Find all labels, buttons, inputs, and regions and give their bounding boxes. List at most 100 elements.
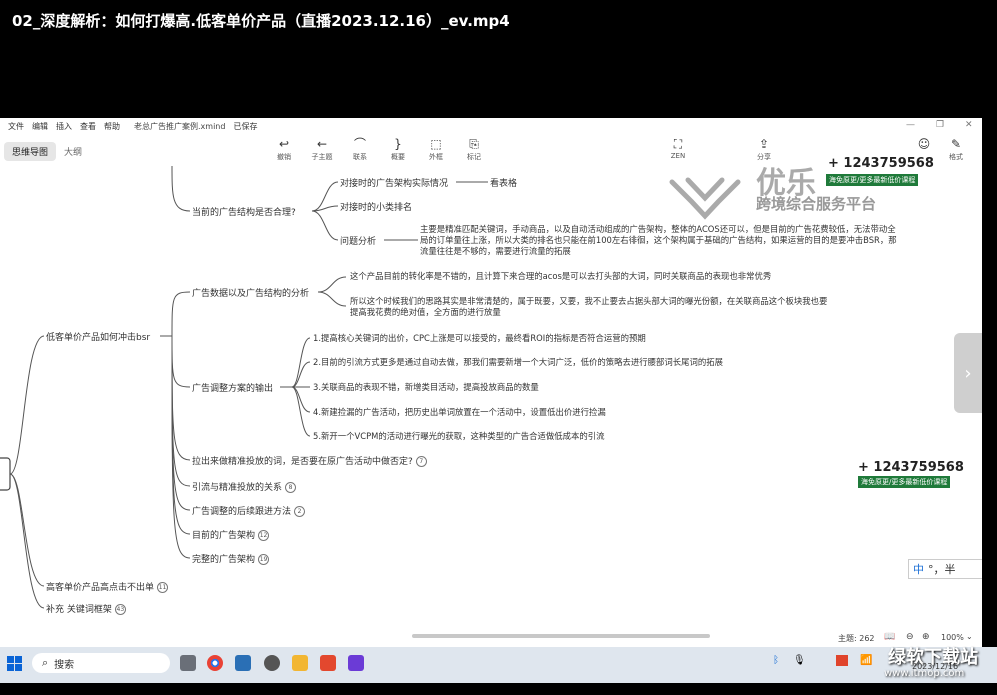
undo-icon: ↩ <box>278 137 290 151</box>
media-app-icon[interactable] <box>348 655 364 671</box>
format-icon: ✎ <box>950 137 962 151</box>
topic-keyword-framework[interactable]: 补充 关键词框架 43 <box>46 602 126 615</box>
tray-app-icon[interactable] <box>836 655 848 666</box>
topic-analysis-text[interactable]: 主要是精准匹配关键词，手动商品，以及自动活动组成的广告架构，整体的ACOS还可以… <box>420 224 902 257</box>
tab-outline[interactable]: 大纲 <box>56 142 90 161</box>
collapsed-count-badge[interactable]: 11 <box>157 582 169 593</box>
monitor-icon[interactable] <box>235 655 251 671</box>
topic-low-price-bsr[interactable]: 低客单价产品如何冲击bsr <box>46 330 150 343</box>
topic-plan-item-1[interactable]: 1.提高核心关键词的出价，CPC上涨是可以接受的，最终看ROI的指标是否符合运营… <box>313 332 646 344</box>
windows-start-icon[interactable] <box>7 656 22 671</box>
subtopic-label: 子主题 <box>311 153 333 161</box>
horizontal-scrollbar[interactable] <box>412 634 710 638</box>
menu-insert[interactable]: 插入 <box>56 121 72 132</box>
topic-strategy-text[interactable]: 所以这个时候我们的思路其实是非常清楚的，属于既要，又要，我不止要去占据头部大词的… <box>350 296 834 318</box>
collapsed-count-badge[interactable]: 2 <box>294 506 306 517</box>
relationship-button[interactable]: ⌒ 联系 <box>340 136 380 162</box>
topic-follow-up-method[interactable]: 广告调整的后续跟进方法 2 <box>192 504 306 517</box>
menu-view[interactable]: 查看 <box>80 121 96 132</box>
collapsed-count-badge[interactable]: 12 <box>258 530 270 541</box>
zen-button[interactable]: ⛶ ZEN <box>658 136 698 160</box>
menu-file[interactable]: 文件 <box>8 121 24 132</box>
lion-logo-icon <box>669 177 741 220</box>
topic-keyword-label: 补充 关键词框架 <box>46 605 112 615</box>
topic-see-table[interactable]: 看表格 <box>490 176 517 189</box>
topic-negate-keywords[interactable]: 拉出来做精准投放的词，是否要在原广告活动中做否定? 7 <box>192 454 427 467</box>
topic-ad-structure-reasonable[interactable]: 当前的广告结构是否合理? <box>192 205 296 218</box>
ime-mode: 中 <box>913 563 924 576</box>
zoom-in-icon[interactable]: ⊕ <box>922 632 930 642</box>
topic-problem-analysis[interactable]: 问题分析 <box>340 234 376 247</box>
topic-plan-item-4[interactable]: 4.新建捡漏的广告活动，把历史出单词放置在一个活动中，设置低出价进行捡漏 <box>313 406 606 418</box>
format-button[interactable]: ✎ 格式 <box>936 136 976 162</box>
xmind-window: 文件 编辑 插入 查看 帮助 老总广告推广案例.xmind 已保存 — ❐ ✕ … <box>0 118 982 647</box>
topic-plan-item-3[interactable]: 3.关联商品的表现不错，新增类目活动，提高投放商品的数量 <box>313 381 539 393</box>
xmind-icon[interactable] <box>320 655 336 671</box>
search-icon: ⌕ <box>42 656 49 669</box>
topic-subcategory-rank[interactable]: 对接时的小类排名 <box>340 200 412 213</box>
collapsed-count-badge[interactable]: 43 <box>114 604 126 615</box>
bluetooth-icon[interactable]: ᛒ <box>773 655 779 666</box>
summary-button[interactable]: } 概要 <box>378 136 418 162</box>
topic-adjust-plan[interactable]: 广告调整方案的输出 <box>192 381 273 394</box>
collapsed-count-badge[interactable]: 8 <box>285 482 297 493</box>
topic-plan-item-5[interactable]: 5.新开一个VCPM的活动进行曝光的获取，这种类型的广告合适做低成本的引流 <box>313 430 604 442</box>
zoom-level[interactable]: 100% <box>941 633 964 642</box>
file-name: 老总广告推广案例.xmind <box>134 121 226 131</box>
mindmap-canvas[interactable]: 低客单价产品如何冲击bsr 高客单价产品高点击不出单 11 补充 关键词框架 43 … <box>0 156 982 628</box>
zoom-out-icon[interactable]: ⊖ <box>906 632 914 642</box>
topic-plan-item-2[interactable]: 2.目前的引流方式更多是通过自动去做，那我们需要新增一个大词广泛，低价的策略去进… <box>313 356 723 368</box>
topic-current-structure[interactable]: 目前的广告架构 12 <box>192 528 270 541</box>
topic-complete-structure[interactable]: 完整的广告架构 19 <box>192 552 270 565</box>
topic-traffic-label: 引流与精准投放的关系 <box>192 483 283 493</box>
boundary-label: 外框 <box>429 153 443 161</box>
watermark-green-label: 海免原更/更多最新低价课程 <box>826 174 919 186</box>
menu-bar: 文件 编辑 插入 查看 帮助 老总广告推广案例.xmind 已保存 <box>0 118 982 134</box>
topic-traffic-vs-precise[interactable]: 引流与精准投放的关系 8 <box>192 480 297 493</box>
undo-button[interactable]: ↩ 撤销 <box>264 136 304 162</box>
topic-high-price-no-order[interactable]: 高客单价产品高点击不出单 11 <box>46 580 169 593</box>
file-explorer-icon[interactable] <box>292 655 308 671</box>
topic-ad-data-analysis[interactable]: 广告数据以及广告结构的分析 <box>192 286 309 299</box>
marker-icon: ⎘ <box>469 137 479 151</box>
watermark-phone: + 1243759568 <box>858 460 964 475</box>
watermark-green-label: 海免原更/更多最新低价课程 <box>858 476 951 488</box>
menu-help[interactable]: 帮助 <box>104 121 120 132</box>
chevron-down-icon[interactable]: ⌄ <box>966 632 973 641</box>
close-icon[interactable]: ✕ <box>965 120 973 130</box>
app-icon[interactable] <box>264 655 280 671</box>
ime-state: °，半 <box>928 563 956 576</box>
tab-mindmap[interactable]: 思维导图 <box>4 142 57 161</box>
relationship-icon: ⌒ <box>353 137 366 151</box>
maximize-icon[interactable]: ❐ <box>936 120 944 130</box>
subtopic-icon: ← <box>316 137 328 151</box>
watermark-phone: + 1243759568 <box>828 156 934 171</box>
marker-button[interactable]: ⎘ 标记 <box>454 136 494 162</box>
subtopic-button[interactable]: ← 子主题 <box>302 136 342 162</box>
zen-icon: ⛶ <box>673 137 683 151</box>
mic-icon[interactable]: 🎙 <box>793 655 806 666</box>
watermark-subtitle: 跨境综合服务平台 <box>756 195 877 213</box>
topic-ad-structure-actual[interactable]: 对接时的广告架构实际情况 <box>340 176 448 189</box>
taskbar: ⌕ 搜索 ᛒ 🎙 📶 绿软下载站 2023/12/16 www.itmop.co… <box>0 647 997 683</box>
task-view-icon[interactable] <box>180 655 196 671</box>
book-icon[interactable]: 📖 <box>884 632 895 642</box>
chrome-icon[interactable] <box>207 655 223 671</box>
format-label: 格式 <box>949 153 963 161</box>
collapsed-count-badge[interactable]: 19 <box>258 554 270 565</box>
video-title: 02_深度解析：如何打爆高.低客单价产品（直播2023.12.16）_ev.mp… <box>12 12 510 30</box>
next-arrow-icon[interactable]: › <box>954 333 982 413</box>
menu-edit[interactable]: 编辑 <box>32 121 48 132</box>
boundary-button[interactable]: ⬚ 外框 <box>416 136 456 162</box>
topic-count: 主题: 262 <box>838 634 875 643</box>
taskbar-search[interactable]: ⌕ 搜索 <box>32 653 170 673</box>
topic-complete-label: 完整的广告架构 <box>192 555 256 565</box>
topic-conversion-text[interactable]: 这个产品目前的转化率是不错的，且计算下来合理的acos是可以去打头部的大词，同时… <box>350 271 830 282</box>
topic-follow-up-label: 广告调整的后续跟进方法 <box>192 507 292 517</box>
relationship-label: 联系 <box>353 153 367 161</box>
collapsed-count-badge[interactable]: 7 <box>415 456 427 467</box>
ime-indicator[interactable]: 中 °，半 <box>908 559 982 579</box>
summary-icon: } <box>394 137 402 151</box>
wifi-icon[interactable]: 📶 <box>860 655 872 666</box>
minimize-icon[interactable]: — <box>906 120 915 130</box>
